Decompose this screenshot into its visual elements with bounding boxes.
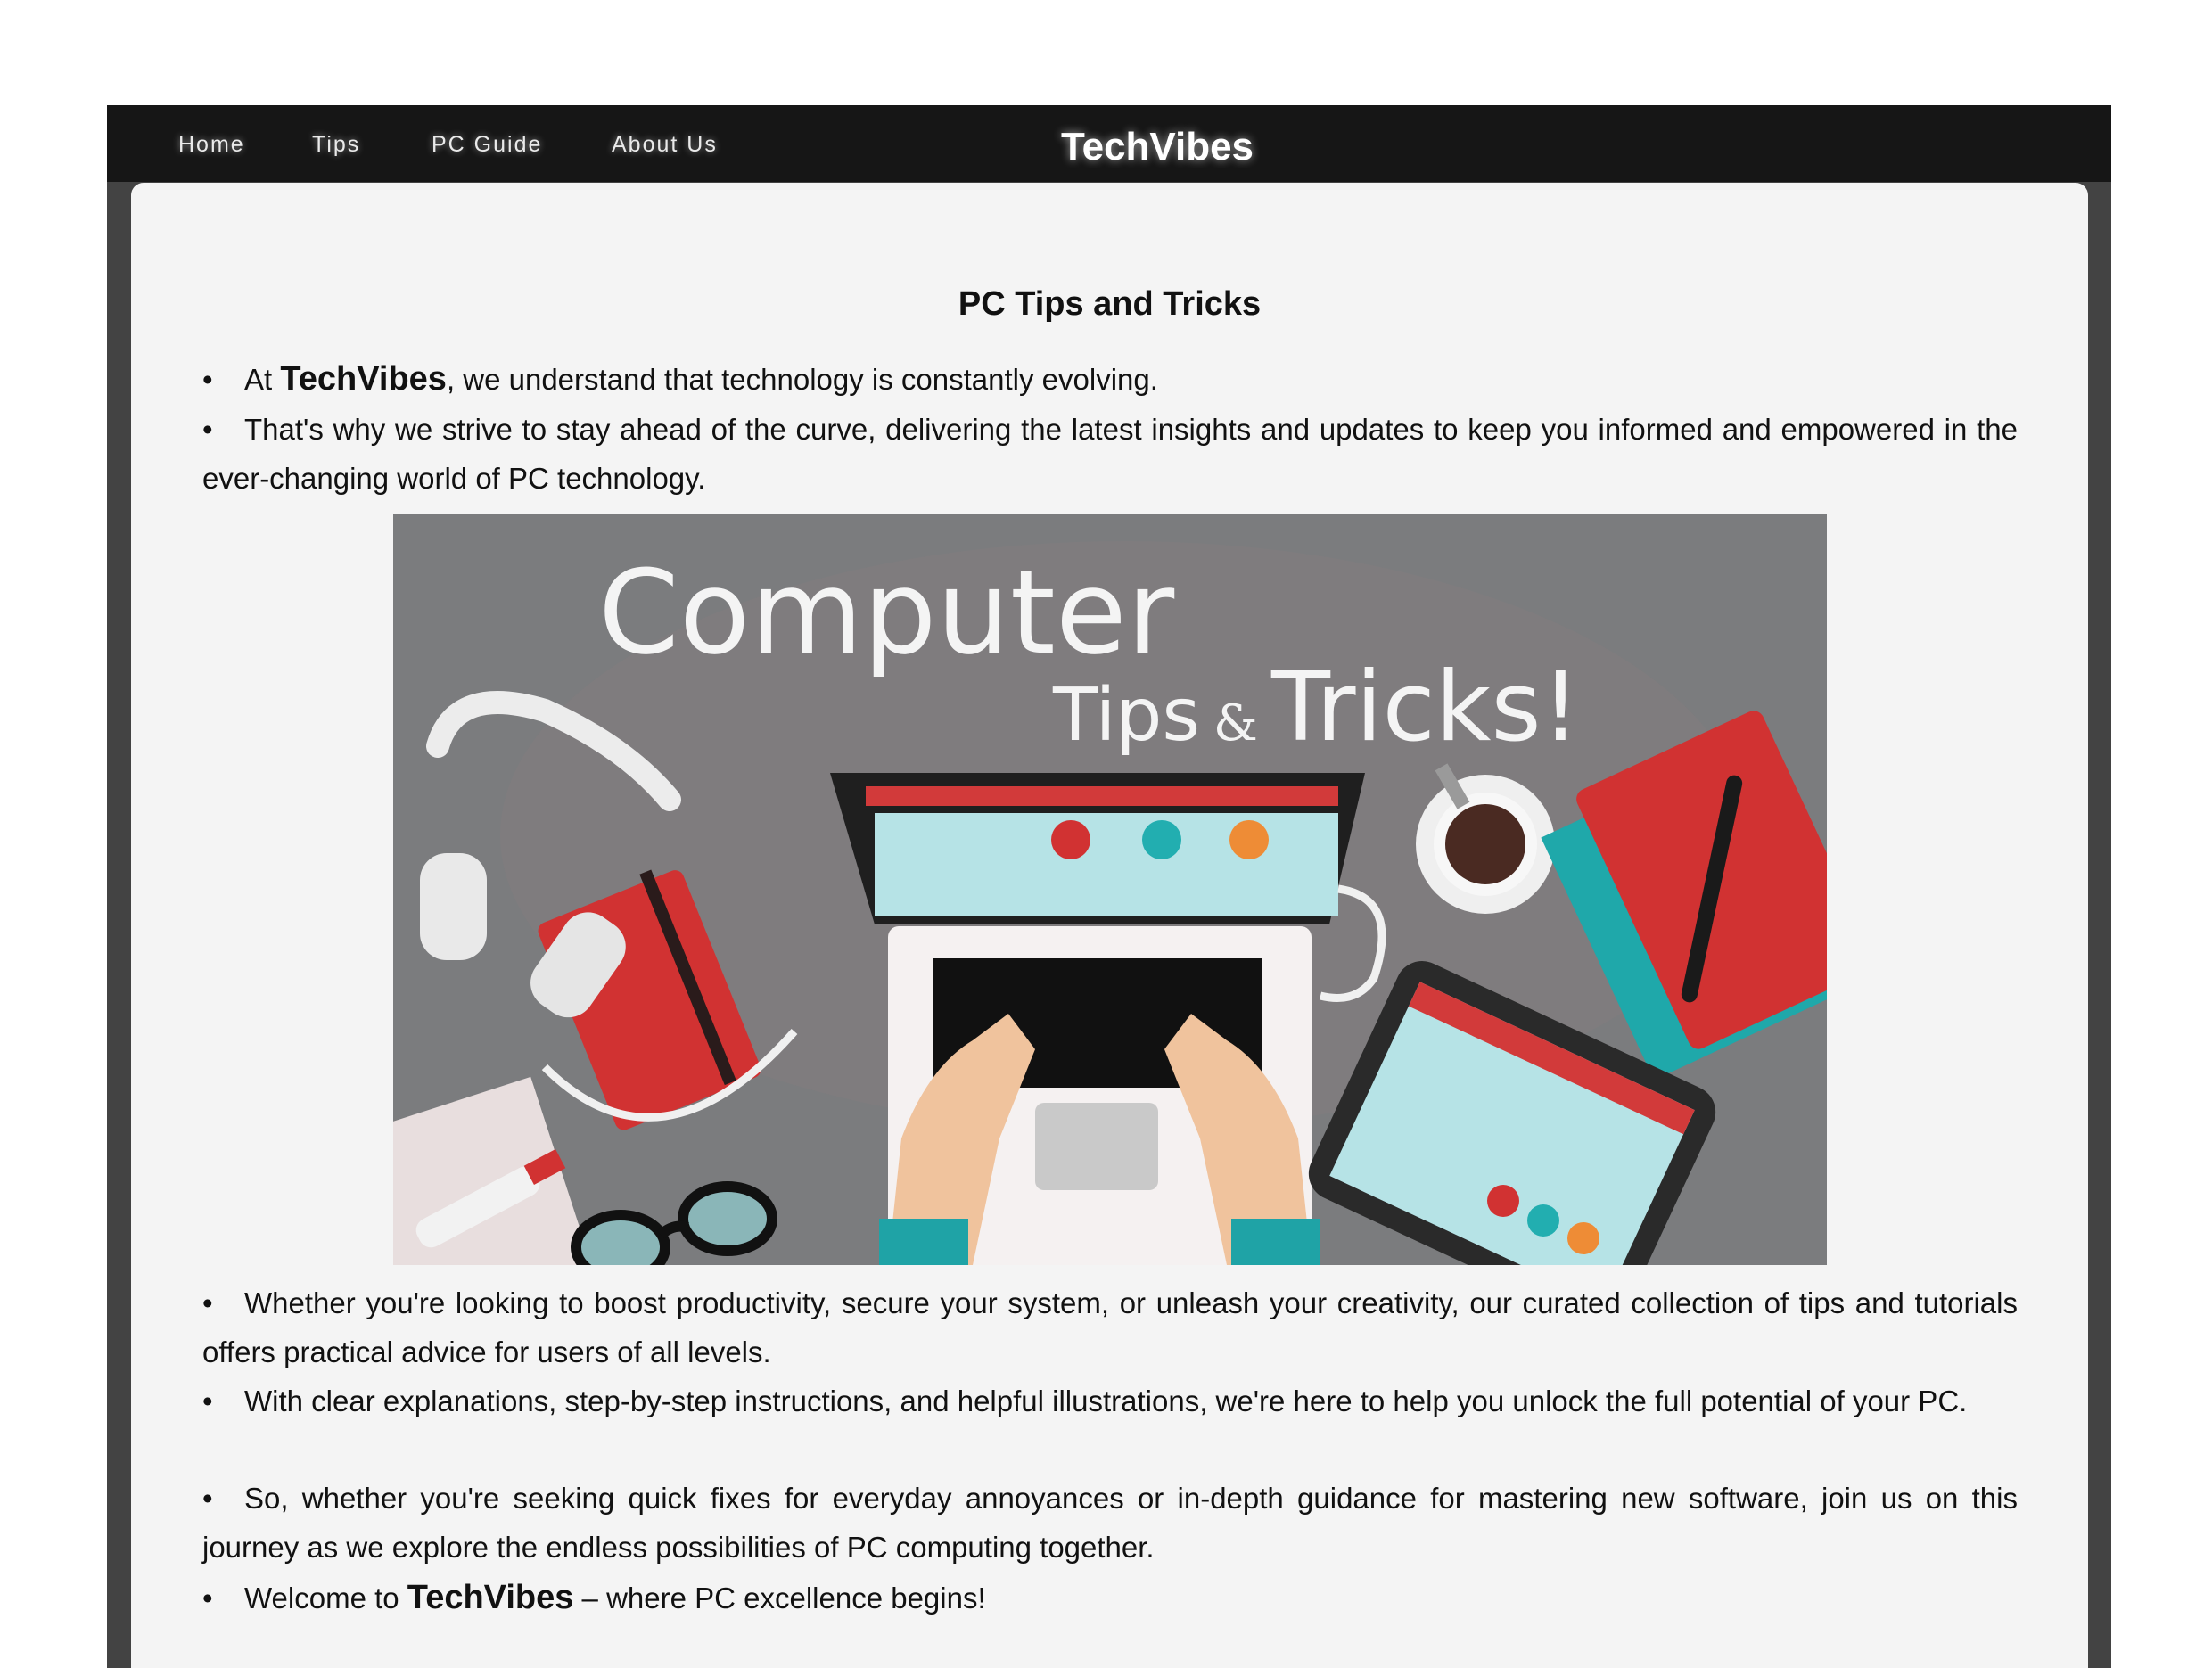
text-segment: With clear explanations, step-by-step in… [244,1385,1968,1417]
text-segment: That's why we strive to stay ahead of th… [202,413,2018,495]
bullet-marker: • [202,363,213,396]
brand-name-inline: TechVibes [280,360,447,398]
nav-tips-link[interactable]: Tips [312,132,360,158]
image-title-tricks: Tricks! [1270,652,1580,763]
text-segment: , we understand that technology is const… [446,363,1158,396]
body-paragraph-1: • Whether you're looking to boost product… [202,1278,2018,1376]
site-brand-logo[interactable]: TechVibes [1061,125,1254,169]
body-paragraph-2: • With clear explanations, step-by-step i… [202,1376,2018,1426]
tips-and-tricks-hero-image: Computer Tips & Tricks! [393,514,1827,1265]
text-segment: At [244,363,281,396]
bullet-marker: • [202,1482,213,1515]
bullet-marker: • [202,1385,213,1417]
body-paragraph-3: • So, whether you're seeking quick fixes … [202,1474,2018,1572]
bullet-marker: • [202,413,213,446]
bullet-marker: • [202,1286,213,1319]
intro-paragraph-2: • That's why we strive to stay ahead of t… [202,405,2018,503]
image-title-amp: & [1213,694,1258,752]
image-title-computer: Computer [598,545,1175,680]
text-segment: Whether you're looking to boost producti… [202,1286,2018,1368]
text-segment: So, whether you're seeking quick fixes f… [202,1482,2018,1564]
intro-paragraph-1: • At TechVibes, we understand that techno… [202,355,2018,404]
closing-paragraph: • Welcome to TechVibes – where PC excelle… [202,1574,2018,1623]
nav-pc-guide-link[interactable]: PC Guide [432,132,542,158]
brand-name-inline: TechVibes [407,1579,574,1616]
image-title-tips: Tips [1052,673,1200,758]
bullet-marker: • [202,1582,213,1615]
nav-home-link[interactable]: Home [178,132,245,158]
nav-about-us-link[interactable]: About Us [612,132,718,158]
text-segment: Welcome to [244,1582,407,1615]
page-title: PC Tips and Tricks [958,285,1262,323]
text-segment: – where PC excellence begins! [573,1582,986,1615]
